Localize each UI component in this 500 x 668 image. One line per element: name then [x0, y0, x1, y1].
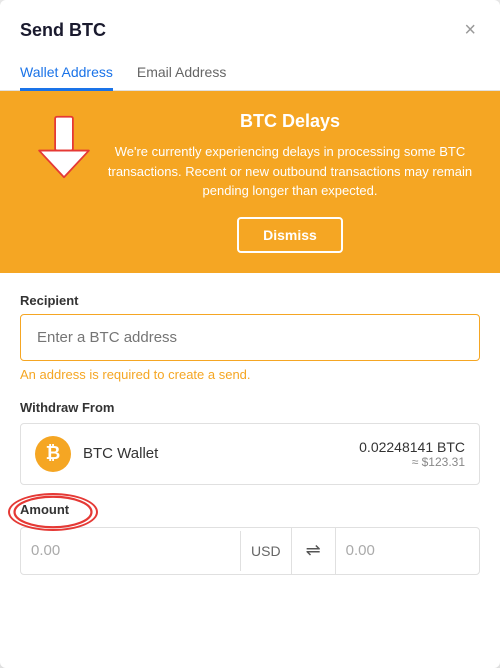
dismiss-button[interactable]: Dismiss: [237, 217, 343, 253]
btc-delays-banner: BTC Delays We're currently experiencing …: [0, 91, 500, 273]
amount-label-wrapper: Amount: [20, 501, 69, 519]
wallet-row[interactable]: ₿ BTC Wallet 0.02248141 BTC ≈ $123.31: [20, 423, 480, 485]
arrow-down-icon: [36, 115, 92, 179]
close-button[interactable]: ×: [460, 16, 480, 44]
recipient-label: Recipient: [20, 293, 480, 308]
modal-body: Recipient An address is required to crea…: [0, 273, 500, 668]
swap-icon: ⇌: [306, 540, 321, 561]
amount-label: Amount: [20, 502, 69, 517]
usd-currency-label: USD: [240, 531, 291, 571]
amount-usd-input[interactable]: [21, 530, 240, 571]
btc-wallet-icon: ₿: [35, 436, 71, 472]
wallet-name: BTC Wallet: [83, 445, 359, 462]
banner-title: BTC Delays: [104, 111, 476, 132]
amount-btc-input[interactable]: [336, 530, 480, 571]
withdraw-from-label: Withdraw From: [20, 400, 480, 415]
modal-header: Send BTC ×: [0, 0, 500, 44]
arrow-container: [24, 111, 104, 179]
swap-currency-button[interactable]: ⇌: [291, 528, 336, 574]
amount-inputs-container: USD ⇌ BTC: [20, 527, 480, 575]
amount-section: Amount USD ⇌ BTC: [20, 501, 480, 575]
recipient-error: An address is required to create a send.: [20, 367, 480, 382]
tab-wallet-address[interactable]: Wallet Address: [20, 56, 113, 91]
recipient-input[interactable]: [20, 314, 480, 361]
tabs-container: Wallet Address Email Address: [0, 56, 500, 91]
balance-usd: ≈ $123.31: [359, 455, 465, 469]
balance-btc: 0.02248141 BTC: [359, 439, 465, 455]
banner-content: BTC Delays We're currently experiencing …: [104, 111, 476, 253]
modal-title: Send BTC: [20, 20, 106, 41]
tab-email-address[interactable]: Email Address: [137, 56, 226, 91]
wallet-balance: 0.02248141 BTC ≈ $123.31: [359, 439, 465, 469]
send-btc-modal: Send BTC × Wallet Address Email Address: [0, 0, 500, 668]
banner-body-text: We're currently experiencing delays in p…: [104, 142, 476, 201]
